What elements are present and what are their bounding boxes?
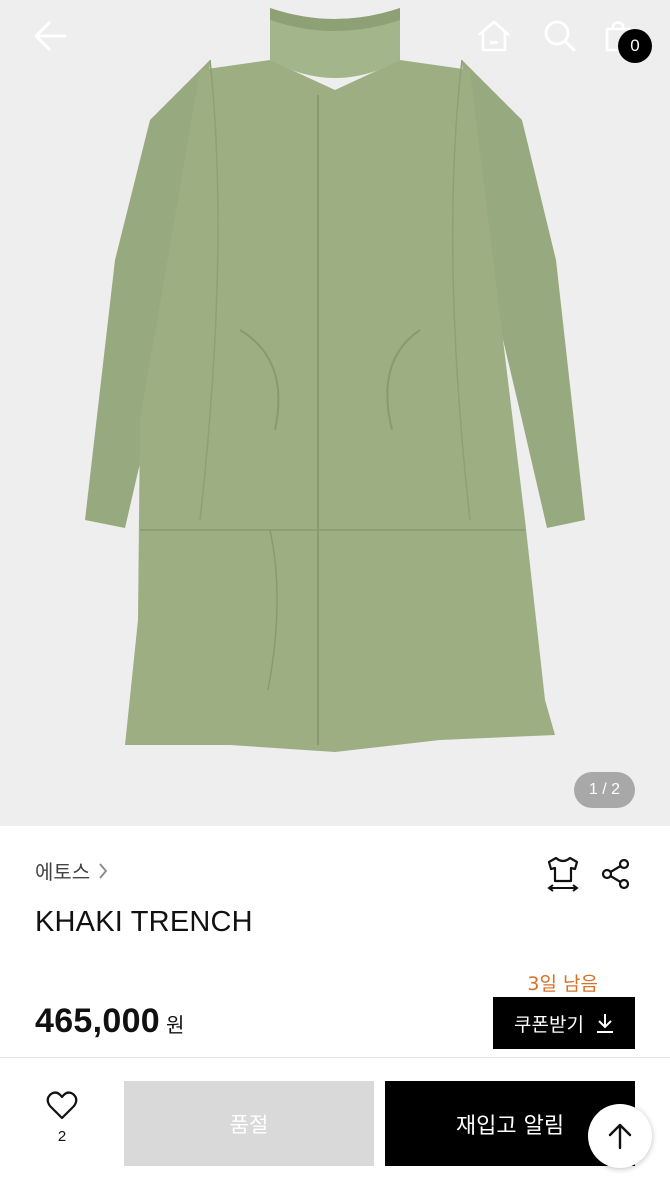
cart-count-badge: 0	[618, 29, 652, 63]
search-button[interactable]	[538, 14, 582, 58]
coupon-label: 쿠폰받기	[514, 1013, 584, 1036]
price: 465,000 원	[35, 1002, 184, 1041]
soldout-button: 품절	[124, 1081, 374, 1166]
price-amount: 465,000	[35, 1002, 161, 1040]
heart-icon	[46, 1091, 78, 1120]
top-navigation-bar: 0	[0, 0, 670, 80]
brand-link[interactable]: 에토스	[35, 856, 108, 885]
home-button[interactable]	[472, 14, 516, 58]
share-button[interactable]	[596, 854, 636, 894]
stock-remaining-notice: 3일 남음	[527, 973, 598, 995]
arrow-left-icon	[34, 21, 67, 51]
image-pager: 1 / 2	[574, 772, 635, 808]
chevron-right-icon	[99, 862, 108, 879]
back-button[interactable]	[28, 14, 72, 58]
size-guide-button[interactable]	[543, 854, 583, 894]
like-count: 2	[57, 1128, 67, 1145]
arrow-up-icon	[608, 1123, 632, 1150]
khaki-trench-coat-image	[85, 8, 585, 752]
scroll-to-top-button[interactable]	[588, 1104, 652, 1168]
share-icon	[601, 858, 630, 890]
product-title: KHAKI TRENCH	[35, 906, 253, 938]
search-icon	[544, 20, 576, 52]
safe-area	[0, 1180, 670, 1200]
size-guide-icon	[547, 856, 579, 892]
coupon-download-button[interactable]: 쿠폰받기	[493, 997, 635, 1049]
download-icon	[596, 1014, 613, 1033]
product-image[interactable]	[0, 0, 670, 826]
divider	[0, 1057, 670, 1058]
like-button[interactable]: 2	[36, 1090, 88, 1145]
brand-name: 에토스	[35, 860, 91, 884]
price-currency: 원	[166, 1013, 185, 1037]
home-icon	[478, 20, 510, 52]
